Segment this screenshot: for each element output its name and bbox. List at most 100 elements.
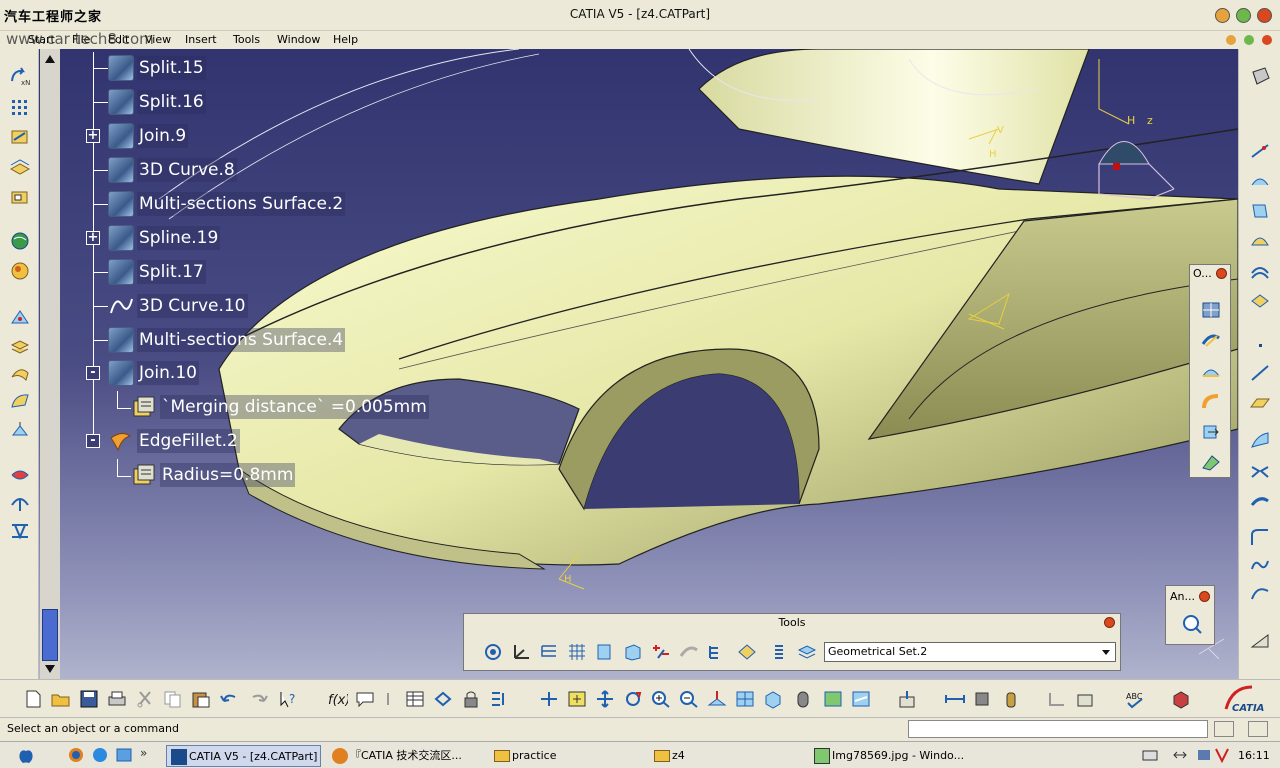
stack-icon[interactable] — [9, 337, 31, 357]
menu-help[interactable]: Help — [333, 31, 358, 49]
curvature-icon[interactable] — [9, 521, 31, 541]
expand-toggle-icon[interactable]: + — [86, 129, 100, 143]
menu-window[interactable]: Window — [277, 31, 320, 49]
apply-material-icon[interactable] — [9, 261, 31, 281]
geometrical-set-select[interactable]: Geometrical Set.2 — [824, 642, 1116, 662]
keyboard-icon[interactable] — [1142, 747, 1158, 763]
minimize-button[interactable] — [1215, 8, 1230, 23]
rotate-icon[interactable] — [622, 689, 644, 709]
network-icon[interactable] — [1172, 747, 1188, 763]
tree-node[interactable]: Multi-sections Surface.2 — [62, 188, 482, 222]
blend-icon[interactable] — [1249, 461, 1271, 481]
grid-icon[interactable] — [9, 97, 31, 117]
tree-scrollbar[interactable] — [40, 49, 60, 679]
point-dot-icon[interactable] — [1249, 335, 1271, 355]
tree-node[interactable]: 3D Curve.10 — [62, 290, 482, 324]
sweep-icon[interactable] — [1249, 491, 1271, 511]
hierarchy-icon[interactable] — [706, 642, 728, 662]
tree-node[interactable]: + Join.9 — [62, 120, 482, 154]
expand-toggle-icon[interactable]: + — [86, 231, 100, 245]
iso-view-icon[interactable] — [762, 689, 784, 709]
zoom-out-icon[interactable] — [678, 689, 700, 709]
taskbar-item-catia[interactable]: CATIA V5 - [z4.CATPart] — [166, 745, 321, 767]
tree-item-label[interactable]: 3D Curve.8 — [137, 158, 237, 182]
draft-analysis-icon[interactable] — [9, 493, 31, 513]
fit-all-icon[interactable] — [566, 689, 588, 709]
stop-icon[interactable] — [1248, 721, 1268, 737]
offset-surface-icon[interactable] — [1249, 261, 1271, 281]
doc-close-button[interactable] — [1262, 35, 1272, 45]
multi-view-icon[interactable] — [734, 689, 756, 709]
tree-structure-icon[interactable] — [538, 642, 560, 662]
grid-tool-icon[interactable] — [566, 642, 588, 662]
tree-item-label[interactable]: Join.10 — [137, 361, 199, 385]
globe-icon[interactable] — [9, 231, 31, 251]
collapse-toggle-icon[interactable]: - — [86, 434, 100, 448]
tree-item-label[interactable]: `Merging distance` =0.005mm — [160, 395, 429, 419]
antivirus-icon[interactable] — [1214, 747, 1230, 764]
taskbar-item-practice[interactable]: practice — [490, 745, 640, 767]
plane-icon[interactable] — [1249, 393, 1271, 413]
layers-icon[interactable] — [796, 642, 818, 662]
close-icon[interactable] — [1104, 617, 1115, 628]
chevron-down-icon[interactable] — [1100, 646, 1112, 658]
plane-system-icon[interactable] — [9, 157, 31, 177]
point-icon[interactable] — [9, 307, 31, 327]
law-icon[interactable] — [380, 689, 402, 709]
connect-checker-icon[interactable] — [1181, 614, 1203, 634]
tree-node[interactable]: Multi-sections Surface.4 — [62, 324, 482, 358]
sketch-icon[interactable] — [9, 127, 31, 147]
taskbar-item-z4[interactable]: z4 — [650, 745, 800, 767]
taskbar-item-forum[interactable]: 『CATIA 技术交流区... — [328, 745, 478, 767]
menu-tools[interactable]: Tools — [233, 31, 260, 49]
new-file-icon[interactable] — [22, 689, 44, 709]
list-icon[interactable] — [768, 642, 790, 662]
taskbar-item-image[interactable]: Img78569.jpg - Windo... — [810, 745, 970, 767]
tree-item-label[interactable]: Multi-sections Surface.4 — [137, 328, 346, 352]
multi-section-icon[interactable] — [1249, 431, 1271, 451]
tree-item-label[interactable]: 3D Curve.10 — [137, 294, 248, 318]
split-tool-icon[interactable] — [1200, 362, 1222, 382]
chevron-right-icon[interactable]: » — [140, 746, 154, 764]
corner-icon[interactable] — [1249, 527, 1271, 547]
tree-node[interactable]: + Spline.19 — [62, 222, 482, 256]
tree-node[interactable]: 3D Curve.8 — [62, 154, 482, 188]
measure-between-icon[interactable] — [944, 689, 966, 709]
redo-icon[interactable] — [248, 689, 270, 709]
offset-icon[interactable] — [9, 391, 31, 411]
scroll-up-icon[interactable] — [43, 51, 57, 65]
connect-curve-icon[interactable] — [1249, 555, 1271, 575]
measure-icon[interactable] — [1249, 631, 1271, 651]
tree-node[interactable]: Split.17 — [62, 256, 482, 290]
line-icon[interactable] — [1249, 363, 1271, 383]
power-input-icon[interactable] — [1214, 721, 1234, 737]
spline-tool-icon[interactable] — [1249, 583, 1271, 603]
copy-icon[interactable] — [162, 689, 184, 709]
tree-node[interactable]: `Merging distance` =0.005mm — [62, 391, 482, 425]
part-design-icon[interactable] — [1249, 66, 1271, 86]
apple-icon[interactable] — [16, 747, 36, 765]
undo-icon[interactable] — [218, 689, 240, 709]
table-icon[interactable] — [404, 689, 426, 709]
save-icon[interactable] — [78, 689, 100, 709]
close-icon[interactable] — [1216, 268, 1227, 279]
tree-node[interactable]: Split.15 — [62, 52, 482, 86]
firefox-icon[interactable] — [66, 746, 86, 764]
menu-insert[interactable]: Insert — [185, 31, 217, 49]
swap-visible-icon[interactable] — [850, 689, 872, 709]
tree-item-label[interactable]: Spline.19 — [137, 226, 221, 250]
tree-item-label[interactable]: Radius=0.8mm — [160, 463, 296, 487]
pan-icon[interactable] — [594, 689, 616, 709]
desktop-icon[interactable] — [114, 746, 134, 764]
knowledge-icon[interactable] — [432, 689, 454, 709]
fill-icon[interactable] — [1249, 291, 1271, 311]
collapse-toggle-icon[interactable]: - — [86, 366, 100, 380]
zoom-in-icon[interactable] — [650, 689, 672, 709]
paste-icon[interactable] — [190, 689, 212, 709]
formula-icon[interactable]: f(x) — [326, 689, 350, 709]
surface-icon[interactable] — [9, 363, 31, 383]
whats-this-icon[interactable]: ? — [278, 689, 300, 709]
cut-icon[interactable] — [134, 689, 156, 709]
healing-icon[interactable] — [1200, 330, 1222, 350]
maximize-button[interactable] — [1236, 8, 1251, 23]
